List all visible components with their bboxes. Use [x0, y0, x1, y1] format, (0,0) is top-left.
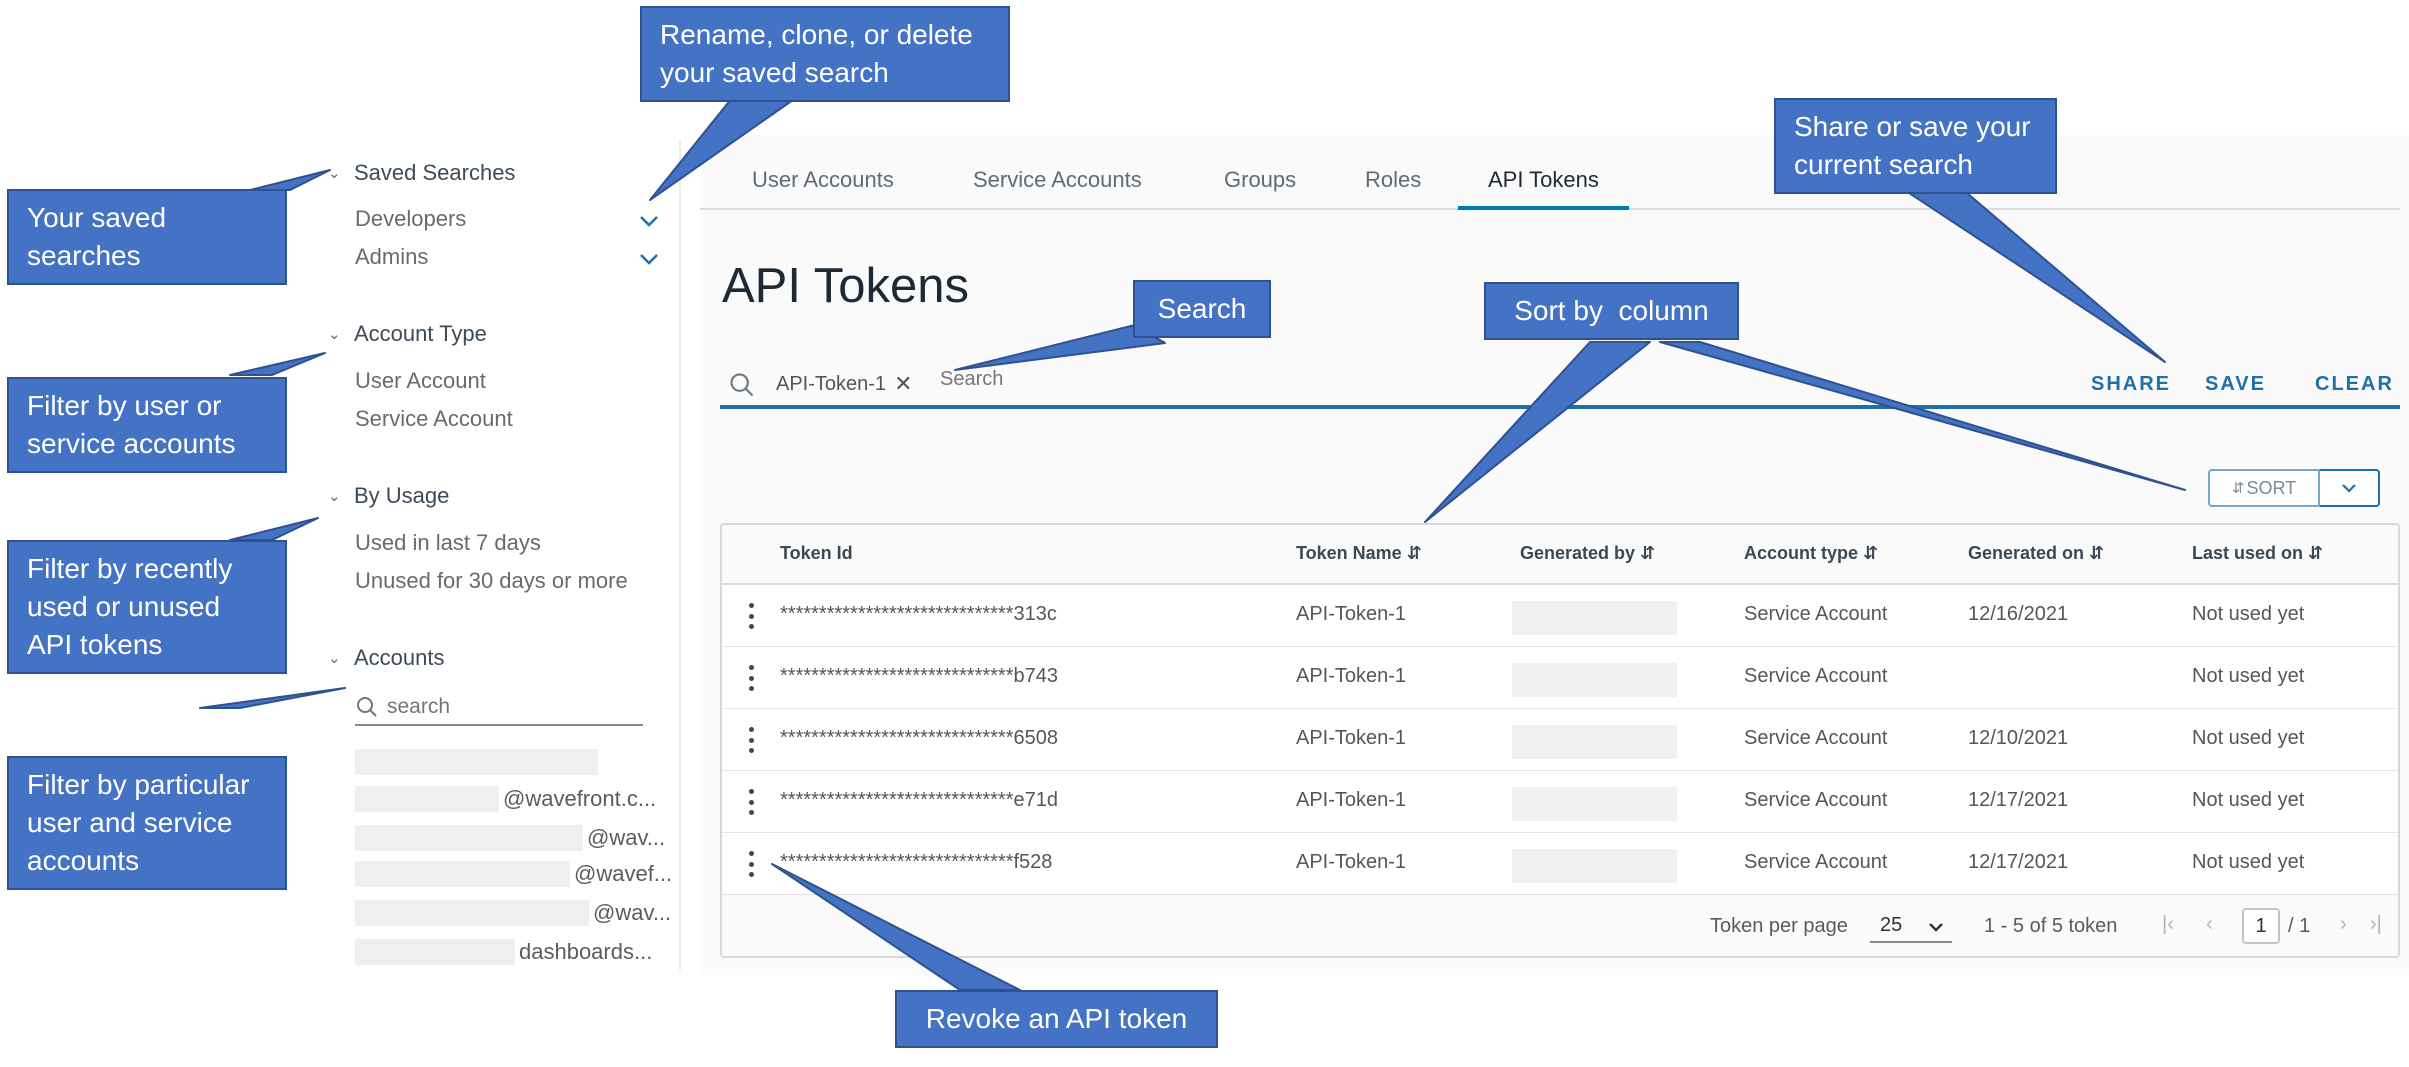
callout-sort-by-column: Sort by column [1484, 282, 1739, 340]
callout-rename-saved-search: Rename, clone, or delete your saved sear… [640, 6, 1010, 102]
callout-pointer [1659, 341, 2186, 491]
callout-search: Search [1133, 280, 1271, 338]
callout-pointer [1424, 341, 1651, 523]
callout-pointer [1899, 186, 2166, 363]
callout-share-save: Share or save your current search [1774, 98, 2057, 194]
callout-revoke-token: Revoke an API token [895, 990, 1218, 1048]
callout-pointer [229, 517, 319, 541]
callout-saved-searches: Your saved searches [7, 189, 287, 285]
callout-filter-account-type: Filter by user or service accounts [7, 377, 287, 473]
callout-filter-particular-accounts: Filter by particular user and service ac… [7, 756, 287, 890]
callout-pointer [249, 169, 331, 191]
callout-pointer [771, 863, 1021, 991]
callout-pointer [199, 687, 346, 709]
callout-filter-usage: Filter by recently used or unused API to… [7, 540, 287, 674]
callout-pointer [649, 87, 811, 201]
callout-pointer [229, 352, 326, 376]
